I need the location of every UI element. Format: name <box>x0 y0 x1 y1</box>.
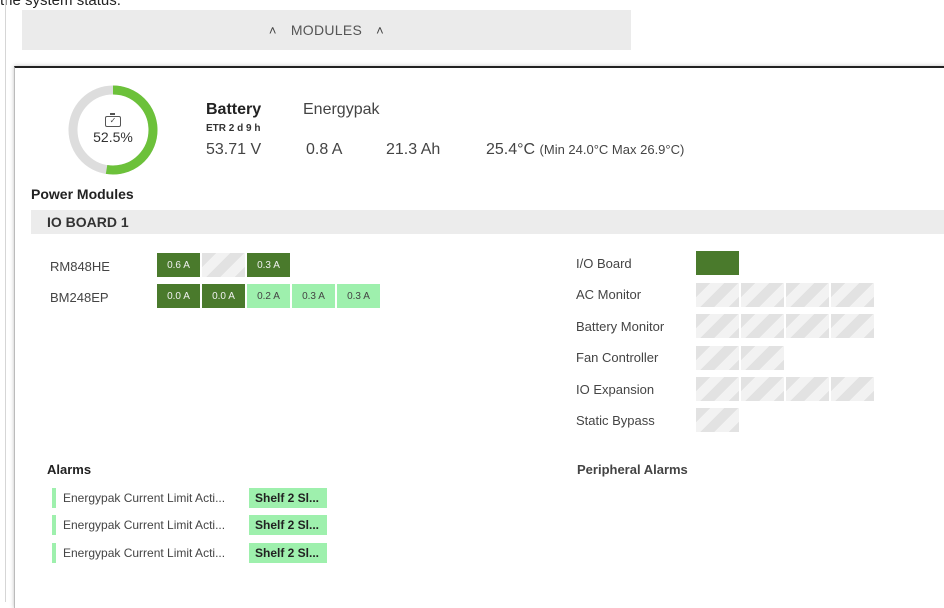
peripheral-cell[interactable] <box>786 377 829 401</box>
alarm-marker <box>52 543 56 563</box>
io-board-title: IO BOARD 1 <box>47 214 129 230</box>
peripheral-cell[interactable] <box>696 251 739 275</box>
peripheral-cell[interactable] <box>786 314 829 338</box>
battery-capacity: 21.3 Ah <box>386 141 441 158</box>
peripheral-label: IO Expansion <box>576 382 655 397</box>
peripheral-label: Fan Controller <box>576 350 659 365</box>
module-cell[interactable]: 0.2 A <box>247 284 290 308</box>
alarm-item[interactable]: Energypak Current Limit Acti... Shelf 2 … <box>52 515 327 535</box>
io-board-header: IO BOARD 1 <box>31 210 944 234</box>
peripheral-cell[interactable] <box>696 408 739 432</box>
alarm-marker <box>52 515 56 535</box>
temperature-range: (Min 24.0°C Max 26.9°C) <box>539 142 685 157</box>
peripheral-cell[interactable] <box>741 377 784 401</box>
alarm-item[interactable]: Energypak Current Limit Acti... Shelf 2 … <box>52 488 327 508</box>
battery-name: Energypak <box>303 101 380 118</box>
module-cell[interactable]: 0.6 A <box>157 253 200 277</box>
peripheral-cell[interactable] <box>831 314 874 338</box>
top-caption: the system status. <box>0 0 121 9</box>
peripheral-label: AC Monitor <box>576 287 642 302</box>
battery-current: 0.8 A <box>306 141 343 158</box>
chevron-up-icon[interactable]: ˄ <box>376 23 384 38</box>
battery-etr: ETR 2 d 9 h <box>206 123 261 134</box>
peripheral-cell[interactable] <box>696 377 739 401</box>
modules-toggle-bar[interactable]: ˄ MODULES ˄ <box>22 10 631 50</box>
module-cell[interactable]: 0.3 A <box>337 284 380 308</box>
alarms-heading: Alarms <box>47 462 92 477</box>
module-cell[interactable]: 0.0 A <box>202 284 245 308</box>
gauge-center: ✓ 52.5% <box>67 84 159 176</box>
module-cell[interactable]: 0.0 A <box>157 284 200 308</box>
left-rule <box>5 0 6 602</box>
alarm-source-tag[interactable]: Shelf 2 Sl... <box>249 543 327 563</box>
peripheral-cell[interactable] <box>831 377 874 401</box>
modules-label: MODULES <box>290 22 363 38</box>
peripheral-cell[interactable] <box>696 283 739 307</box>
peripheral-cell[interactable] <box>741 346 784 370</box>
battery-panel: ✓ 52.5% Battery Energypak ETR 2 d 9 h 53… <box>14 66 944 608</box>
alarm-item[interactable]: Energypak Current Limit Acti... Shelf 2 … <box>52 543 327 563</box>
peripheral-cell[interactable] <box>786 283 829 307</box>
battery-voltage: 53.71 V <box>206 141 262 158</box>
module-cell[interactable]: 0.3 A <box>292 284 335 308</box>
alarm-marker <box>52 488 56 508</box>
peripheral-label: Battery Monitor <box>576 319 665 334</box>
peripheral-cell[interactable] <box>696 346 739 370</box>
peripheral-cell[interactable] <box>741 283 784 307</box>
peripheral-cell[interactable] <box>741 314 784 338</box>
alarm-text: Energypak Current Limit Acti... <box>63 546 226 560</box>
battery-check-icon: ✓ <box>105 112 121 127</box>
peripheral-cell[interactable] <box>831 283 874 307</box>
alarm-text: Energypak Current Limit Acti... <box>63 518 226 532</box>
peripheral-label: Static Bypass <box>576 413 655 428</box>
power-modules-heading: Power Modules <box>31 186 134 202</box>
module-label: RM848HE <box>50 259 110 274</box>
module-cell[interactable]: 0.3 A <box>247 253 290 277</box>
peripheral-alarms-heading: Peripheral Alarms <box>577 462 688 477</box>
peripheral-label: I/O Board <box>576 256 632 271</box>
battery-title: Battery <box>206 101 262 118</box>
module-cell-empty[interactable] <box>202 253 245 277</box>
alarm-source-tag[interactable]: Shelf 2 Sl... <box>249 488 327 508</box>
battery-temperature: 25.4°C (Min 24.0°C Max 26.9°C) <box>486 141 684 159</box>
temperature-value: 25.4°C <box>486 141 536 158</box>
alarm-source-tag[interactable]: Shelf 2 Sl... <box>249 515 327 535</box>
battery-percent: 52.5% <box>93 128 133 145</box>
chevron-up-icon[interactable]: ˄ <box>269 23 277 38</box>
module-label: BM248EP <box>50 290 109 305</box>
alarm-text: Energypak Current Limit Acti... <box>63 491 226 505</box>
peripheral-cell[interactable] <box>696 314 739 338</box>
